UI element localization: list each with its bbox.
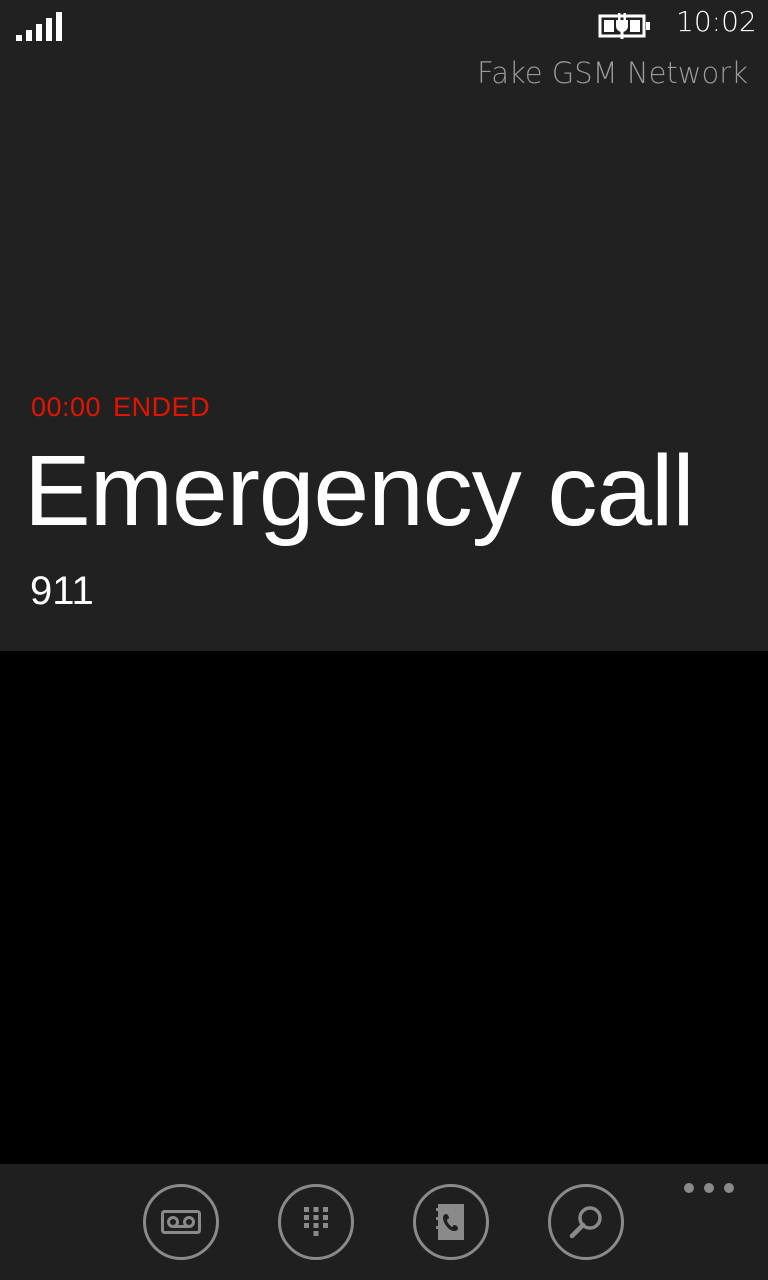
network-name: Fake GSM Network xyxy=(477,56,748,90)
voicemail-button[interactable] xyxy=(143,1184,219,1260)
signal-strength-icon xyxy=(16,12,62,41)
battery-charging-icon xyxy=(598,13,650,39)
ellipsis-icon xyxy=(724,1183,734,1193)
call-number: 911 xyxy=(30,569,94,613)
status-time: 10:02 xyxy=(676,5,757,38)
search-button[interactable] xyxy=(548,1184,624,1260)
call-duration: 00:00 xyxy=(31,392,102,422)
more-options-button[interactable] xyxy=(684,1178,734,1198)
call-title: Emergency call xyxy=(24,435,695,547)
call-state: ENDED xyxy=(113,392,211,422)
ellipsis-icon xyxy=(704,1183,714,1193)
voicemail-icon xyxy=(161,1210,201,1234)
keypad-icon xyxy=(304,1207,328,1236)
contacts-button[interactable] xyxy=(413,1184,489,1260)
ellipsis-icon xyxy=(684,1183,694,1193)
search-icon xyxy=(569,1206,602,1239)
call-status: 00:00 ENDED xyxy=(31,392,210,423)
call-panel: 10:02 Fake GSM Network 00:00 ENDED Emerge… xyxy=(0,0,768,651)
app-bar xyxy=(0,1164,768,1280)
keypad-button[interactable] xyxy=(278,1184,354,1260)
phonebook-icon xyxy=(436,1204,464,1240)
